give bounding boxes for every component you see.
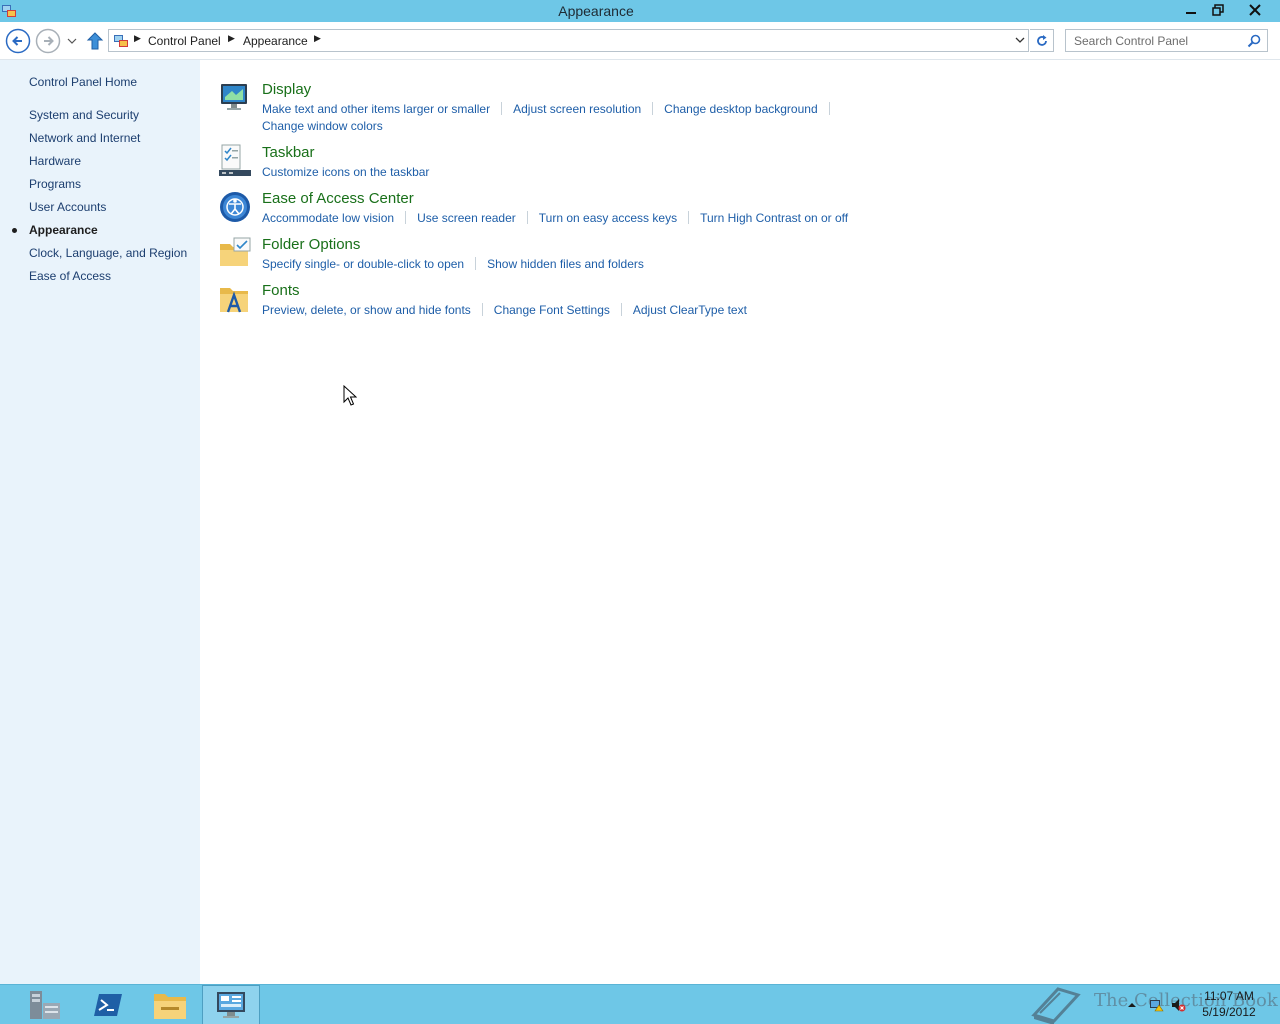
taskbar-file-explorer-button[interactable] bbox=[141, 985, 199, 1024]
breadcrumb-separator-icon[interactable]: ▶ bbox=[134, 34, 141, 44]
control-panel-icon bbox=[114, 35, 128, 47]
clock-date: 5/19/2012 bbox=[1202, 1005, 1256, 1019]
link-separator bbox=[828, 102, 830, 115]
sidebar-item-appearance: Appearance bbox=[29, 223, 98, 237]
restore-icon bbox=[1212, 4, 1224, 16]
display-icon[interactable] bbox=[218, 81, 252, 115]
category-title-display[interactable]: Display bbox=[262, 81, 311, 98]
fonts-icon[interactable] bbox=[218, 282, 252, 316]
active-bullet-icon bbox=[12, 228, 17, 233]
task-customize-taskbar-icons[interactable]: Customize icons on the taskbar bbox=[262, 165, 429, 179]
taskbar-powershell-button[interactable] bbox=[79, 985, 137, 1024]
taskbar-server-manager-button[interactable] bbox=[16, 985, 74, 1024]
task-turn-high-contrast[interactable]: Turn High Contrast on or off bbox=[700, 211, 848, 225]
restore-button[interactable] bbox=[1205, 0, 1231, 20]
folder-options-icon[interactable] bbox=[218, 236, 252, 270]
task-change-desktop-background[interactable]: Change desktop background bbox=[664, 102, 817, 116]
close-icon bbox=[1249, 4, 1261, 16]
task-adjust-cleartype[interactable]: Adjust ClearType text bbox=[633, 303, 747, 317]
sidebar-item-ease-of-access[interactable]: Ease of Access bbox=[29, 269, 111, 283]
link-separator bbox=[688, 211, 690, 224]
task-change-window-colors[interactable]: Change window colors bbox=[262, 119, 383, 133]
window-title: Appearance bbox=[558, 3, 634, 19]
volume-muted-icon[interactable] bbox=[1170, 997, 1186, 1013]
search-input[interactable] bbox=[1066, 30, 1246, 51]
link-separator bbox=[501, 102, 503, 115]
sidebar-item-hardware[interactable]: Hardware bbox=[29, 154, 81, 168]
link-separator bbox=[475, 257, 477, 270]
taskbar-control-panel-button[interactable] bbox=[202, 985, 260, 1024]
address-bar[interactable]: ▶ Control Panel ▶ Appearance ▶ bbox=[108, 29, 1029, 52]
minimize-button[interactable] bbox=[1178, 0, 1204, 20]
file-explorer-icon bbox=[154, 994, 186, 1019]
task-show-hidden-files[interactable]: Show hidden files and folders bbox=[487, 257, 644, 271]
refresh-icon bbox=[1036, 34, 1047, 46]
breadcrumb-separator-icon[interactable]: ▶ bbox=[228, 34, 235, 44]
link-separator bbox=[652, 102, 654, 115]
sidebar: Control Panel Home System and Security N… bbox=[0, 60, 200, 984]
taskbar: The Collection Book 11:07 AM 5/19/2012 bbox=[0, 984, 1280, 1024]
network-icon[interactable] bbox=[1148, 997, 1164, 1013]
up-button[interactable] bbox=[86, 31, 104, 51]
taskbar-icon[interactable] bbox=[218, 144, 252, 178]
task-preview-delete-fonts[interactable]: Preview, delete, or show and hide fonts bbox=[262, 303, 471, 317]
search-box[interactable] bbox=[1065, 29, 1268, 52]
close-button[interactable] bbox=[1232, 0, 1278, 20]
link-separator bbox=[620, 303, 622, 316]
search-icon[interactable] bbox=[1247, 34, 1261, 48]
task-change-font-settings[interactable]: Change Font Settings bbox=[494, 303, 610, 317]
task-single-double-click[interactable]: Specify single- or double-click to open bbox=[262, 257, 464, 271]
sidebar-control-panel-home[interactable]: Control Panel Home bbox=[29, 75, 137, 89]
task-turn-on-easy-access-keys[interactable]: Turn on easy access keys bbox=[539, 211, 677, 225]
category-title-folder-options[interactable]: Folder Options bbox=[262, 236, 360, 253]
breadcrumb-separator-icon[interactable]: ▶ bbox=[314, 34, 321, 44]
link-separator bbox=[405, 211, 407, 224]
minimize-icon bbox=[1186, 12, 1196, 14]
powershell-icon bbox=[94, 994, 122, 1016]
chevron-down-icon[interactable] bbox=[1015, 35, 1025, 45]
category-title-fonts[interactable]: Fonts bbox=[262, 282, 300, 299]
title-bar: Appearance bbox=[0, 0, 1280, 22]
sidebar-item-programs[interactable]: Programs bbox=[29, 177, 81, 191]
category-title-taskbar[interactable]: Taskbar bbox=[262, 144, 315, 161]
task-accommodate-low-vision[interactable]: Accommodate low vision bbox=[262, 211, 394, 225]
system-clock[interactable]: 11:07 AM 5/19/2012 bbox=[1196, 988, 1262, 1020]
sidebar-item-clock-language-region[interactable]: Clock, Language, and Region bbox=[29, 246, 187, 260]
mouse-cursor-icon bbox=[343, 385, 357, 406]
refresh-button[interactable] bbox=[1030, 29, 1054, 52]
control-panel-icon bbox=[217, 992, 245, 1018]
breadcrumb-control-panel[interactable]: Control Panel bbox=[148, 34, 221, 48]
back-button[interactable] bbox=[5, 28, 31, 54]
clock-time: 11:07 AM bbox=[1204, 989, 1254, 1003]
sidebar-item-user-accounts[interactable]: User Accounts bbox=[29, 200, 106, 214]
ease-of-access-icon[interactable] bbox=[218, 190, 252, 224]
main-content: Display Make text and other items larger… bbox=[200, 60, 1280, 984]
category-title-ease-of-access-center[interactable]: Ease of Access Center bbox=[262, 190, 414, 207]
sidebar-item-network-and-internet[interactable]: Network and Internet bbox=[29, 131, 140, 145]
show-hidden-icons-icon[interactable] bbox=[1124, 997, 1140, 1013]
navigation-bar: ▶ Control Panel ▶ Appearance ▶ bbox=[0, 22, 1280, 60]
forward-button[interactable] bbox=[35, 28, 61, 54]
link-separator bbox=[526, 211, 528, 224]
task-make-text-larger[interactable]: Make text and other items larger or smal… bbox=[262, 102, 490, 116]
sidebar-item-system-and-security[interactable]: System and Security bbox=[29, 108, 139, 122]
breadcrumb-appearance[interactable]: Appearance bbox=[243, 34, 308, 48]
task-use-screen-reader[interactable]: Use screen reader bbox=[417, 211, 516, 225]
task-adjust-screen-resolution[interactable]: Adjust screen resolution bbox=[513, 102, 641, 116]
book-icon bbox=[1031, 987, 1081, 1024]
link-separator bbox=[481, 303, 483, 316]
recent-locations-button[interactable] bbox=[65, 34, 79, 48]
server-manager-icon bbox=[30, 991, 60, 1019]
